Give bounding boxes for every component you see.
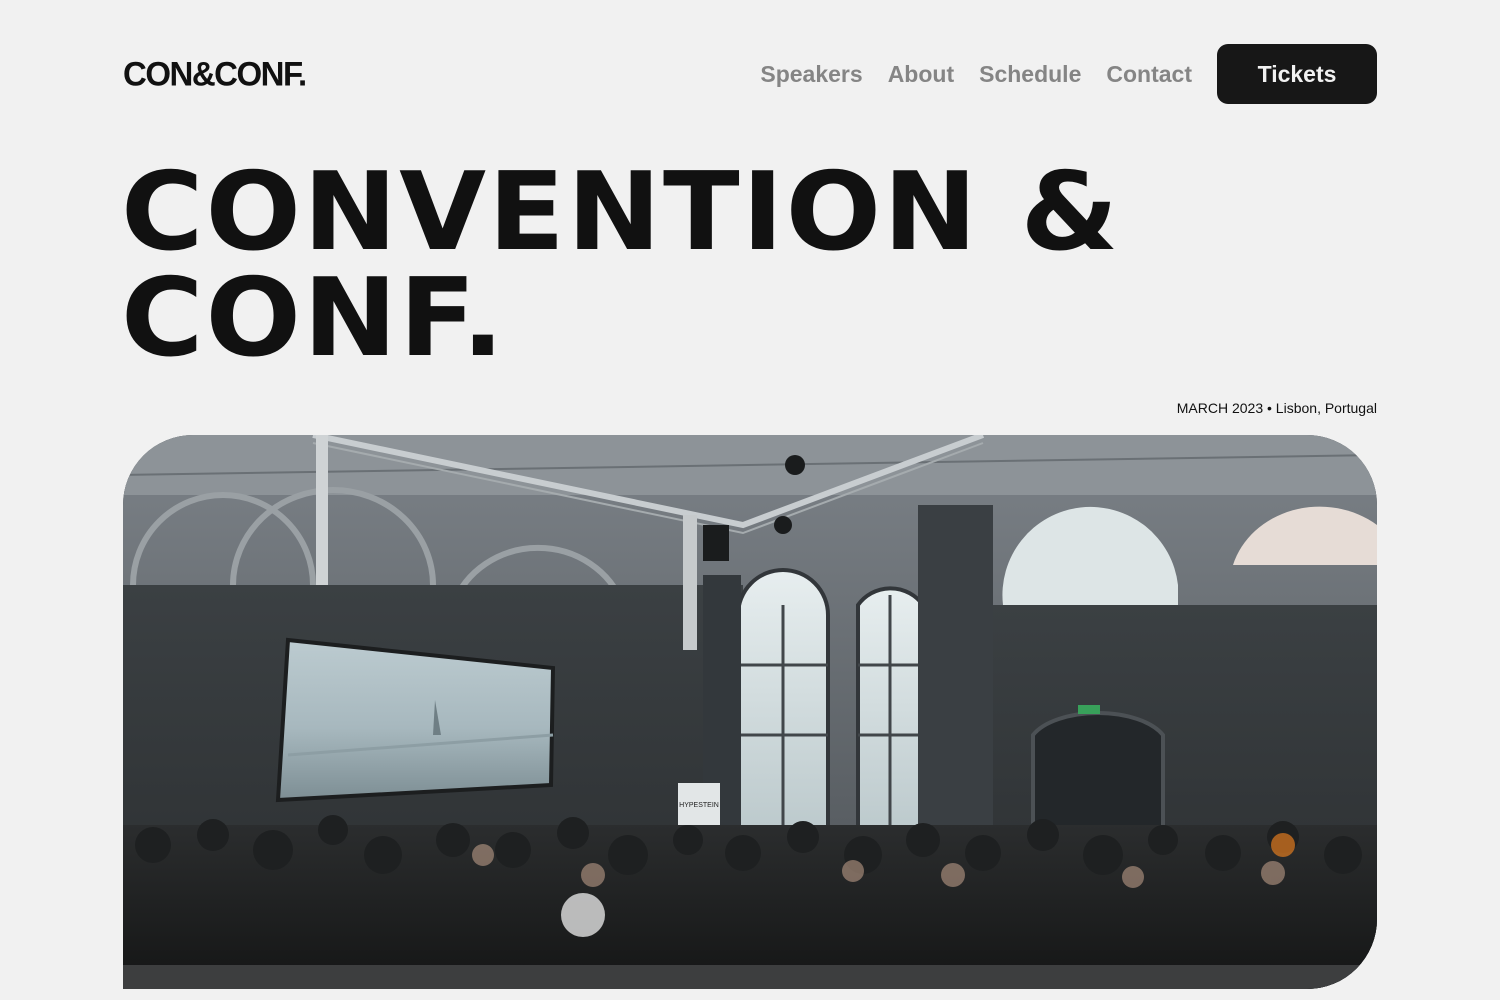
hero-title-line-2: CONF. bbox=[121, 256, 507, 381]
tickets-button[interactable]: Tickets bbox=[1217, 44, 1377, 104]
main-nav: Speakers About Schedule Contact Tickets bbox=[735, 44, 1377, 104]
hero-title-line-1: CONVENTION & bbox=[121, 150, 1121, 275]
nav-link-contact[interactable]: Contact bbox=[1106, 61, 1192, 88]
hero-title: CONVENTION & CONF. bbox=[121, 150, 1121, 381]
nav-link-about[interactable]: About bbox=[888, 61, 954, 88]
nav-link-schedule[interactable]: Schedule bbox=[979, 61, 1081, 88]
nav-link-speakers[interactable]: Speakers bbox=[760, 61, 862, 88]
hero-image-conference-hall: HYPESTEIN bbox=[123, 435, 1377, 989]
site-logo[interactable]: CON&CONF. bbox=[123, 54, 307, 94]
hall-sign-text: HYPESTEIN bbox=[679, 802, 719, 809]
event-date-location: MARCH 2023 • Lisbon, Portugal bbox=[1176, 400, 1377, 416]
site-header: CON&CONF. Speakers About Schedule Contac… bbox=[123, 44, 1377, 104]
